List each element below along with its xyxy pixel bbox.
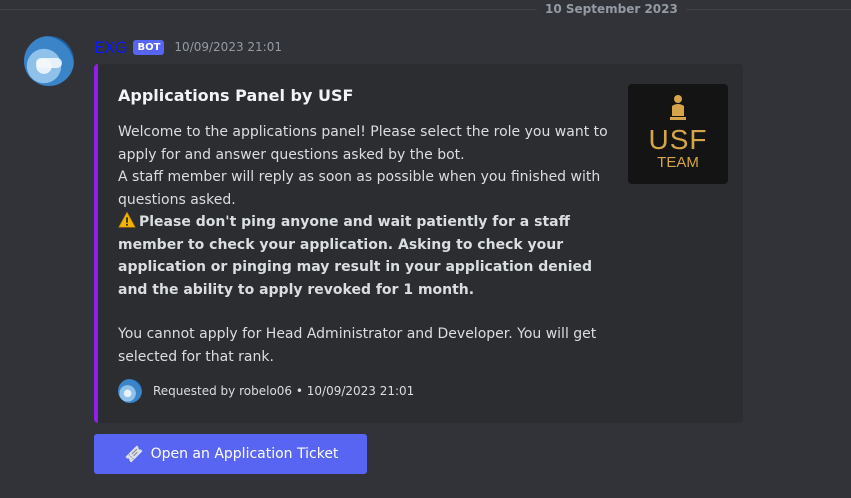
embed-note: You cannot apply for Head Administrator … (118, 326, 597, 365)
thumbnail-logo-text: USF (648, 124, 708, 155)
avatar[interactable] (24, 36, 74, 86)
embed-thumbnail[interactable]: USF TEAM (628, 84, 728, 184)
embed-warning-text: Please don't ping anyone and wait patien… (118, 214, 593, 298)
embed-title: Applications Panel by USF (118, 86, 354, 105)
embed-description-welcome: Welcome to the applications panel! Pleas… (118, 124, 608, 163)
embed-warning: Please don't ping anyone and wait patien… (118, 211, 618, 301)
footer-avatar (118, 379, 142, 403)
thumbnail-logo-subtext: TEAM (657, 154, 699, 171)
embed-description: Welcome to the applications panel! Pleas… (118, 121, 618, 368)
message-header: EXG BOT 10/09/2023 21:01 (94, 36, 282, 58)
date-divider (0, 9, 851, 10)
message-timestamp[interactable]: 10/09/2023 21:01 (174, 40, 282, 54)
embed: Applications Panel by USF Welcome to the… (94, 64, 743, 423)
embed-footer: Requested by robelo06 • 10/09/2023 21:01 (118, 379, 414, 403)
embed-footer-text: Requested by robelo06 • 10/09/2023 21:01 (153, 384, 415, 398)
open-application-ticket-label: Open an Application Ticket (150, 446, 339, 462)
usf-logo-figure-icon (670, 95, 686, 120)
open-application-ticket-button[interactable]: Open an Application Ticket (94, 434, 367, 474)
date-divider-label: 10 September 2023 (537, 0, 686, 18)
warning-icon (118, 211, 136, 228)
ticket-icon (125, 445, 143, 463)
embed-description-staff: A staff member will reply as soon as pos… (118, 169, 601, 208)
author-name[interactable]: EXG (94, 38, 127, 57)
bot-badge: BOT (133, 39, 165, 55)
